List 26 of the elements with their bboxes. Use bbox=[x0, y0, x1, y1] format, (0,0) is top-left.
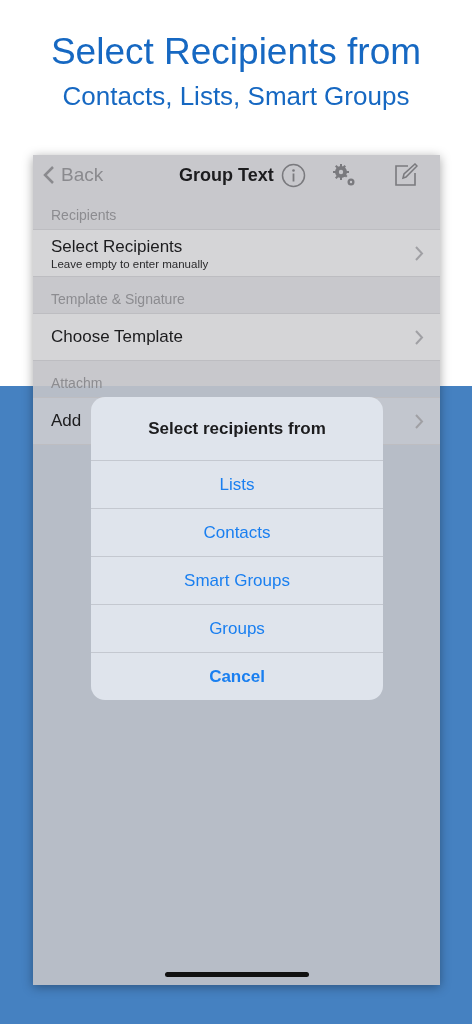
row-title: Choose Template bbox=[51, 327, 183, 347]
section-header: Attachm bbox=[50, 374, 104, 393]
alert-action[interactable]: Smart Groups bbox=[91, 556, 383, 604]
chevron-icon bbox=[415, 329, 424, 345]
chevron-icon bbox=[415, 245, 424, 261]
nav-title: Group Text bbox=[179, 164, 274, 186]
section-header: Recipients bbox=[50, 206, 118, 225]
cancel-button[interactable]: Cancel bbox=[91, 652, 383, 700]
alert-title: Select recipients from bbox=[147, 418, 327, 440]
list-row[interactable]: Select Recipients Leave empty to enter manually bbox=[33, 229, 440, 277]
headline: Select Recipients from bbox=[50, 30, 422, 74]
row-subtitle: Leave empty to enter manually bbox=[51, 257, 209, 270]
subheadline: Contacts, Lists, Smart Groups bbox=[62, 80, 410, 113]
back-button[interactable]: Back bbox=[43, 164, 104, 186]
back-chevron-icon bbox=[43, 165, 55, 185]
list-row[interactable]: Choose Template bbox=[33, 313, 440, 361]
alert-action[interactable]: Lists bbox=[91, 460, 383, 508]
alert-action[interactable]: Contacts bbox=[91, 508, 383, 556]
alert-action[interactable]: Groups bbox=[91, 604, 383, 652]
settings-icon[interactable] bbox=[332, 163, 356, 187]
chevron-icon bbox=[415, 413, 424, 429]
row-title: Select Recipients bbox=[51, 236, 184, 257]
compose-icon[interactable] bbox=[394, 163, 418, 187]
info-icon[interactable] bbox=[281, 162, 306, 188]
row-title: Add bbox=[51, 411, 82, 431]
section-header: Template & Signature bbox=[50, 290, 186, 309]
